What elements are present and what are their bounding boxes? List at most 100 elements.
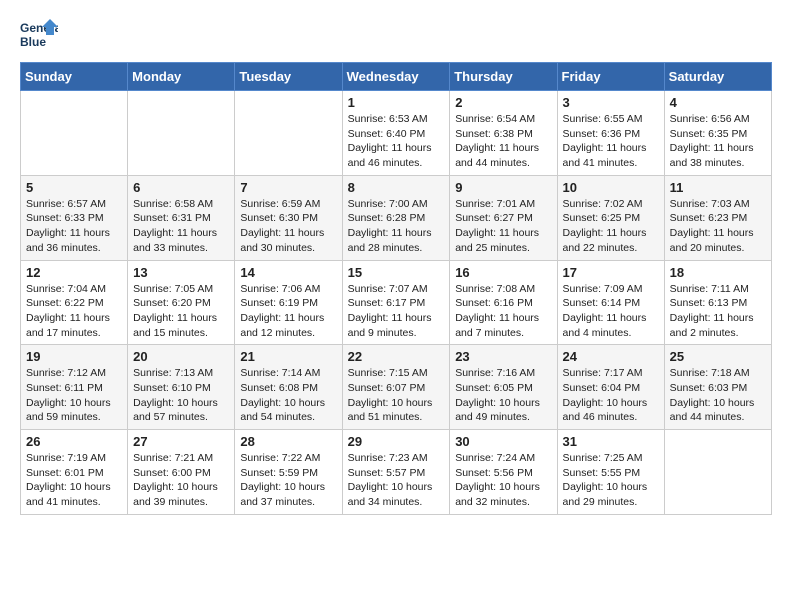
cell-text: Daylight: 11 hours [348,311,445,326]
page: General Blue SundayMondayTuesdayWednesda… [0,0,792,525]
cell-text: Daylight: 10 hours [26,480,122,495]
cell-text: Sunrise: 7:07 AM [348,282,445,297]
day-number: 9 [455,180,551,195]
cell-text: Sunrise: 7:02 AM [563,197,659,212]
calendar-cell: 19Sunrise: 7:12 AMSunset: 6:11 PMDayligh… [21,345,128,430]
cell-text: Sunset: 6:08 PM [240,381,336,396]
cell-text: Sunrise: 6:55 AM [563,112,659,127]
cell-text: Sunset: 6:25 PM [563,211,659,226]
cell-text: Daylight: 10 hours [348,396,445,411]
cell-text: Sunrise: 7:04 AM [26,282,122,297]
calendar-cell: 15Sunrise: 7:07 AMSunset: 6:17 PMDayligh… [342,260,450,345]
cell-text: and 38 minutes. [670,156,766,171]
calendar-cell [664,430,771,515]
calendar-cell: 22Sunrise: 7:15 AMSunset: 6:07 PMDayligh… [342,345,450,430]
cell-text: Sunrise: 7:18 AM [670,366,766,381]
cell-text: Sunrise: 6:57 AM [26,197,122,212]
cell-text: Sunset: 6:07 PM [348,381,445,396]
cell-text: Sunset: 6:23 PM [670,211,766,226]
cell-text: and 32 minutes. [455,495,551,510]
cell-text: and 33 minutes. [133,241,229,256]
cell-text: Sunrise: 7:01 AM [455,197,551,212]
cell-text: Daylight: 10 hours [670,396,766,411]
cell-text: Daylight: 11 hours [670,311,766,326]
cell-text: Daylight: 11 hours [133,226,229,241]
calendar-cell: 29Sunrise: 7:23 AMSunset: 5:57 PMDayligh… [342,430,450,515]
day-of-week-header: Sunday [21,63,128,91]
cell-text: Sunset: 6:11 PM [26,381,122,396]
cell-text: Sunrise: 7:05 AM [133,282,229,297]
cell-text: Daylight: 11 hours [670,226,766,241]
cell-text: and 46 minutes. [348,156,445,171]
day-number: 7 [240,180,336,195]
cell-text: and 29 minutes. [563,495,659,510]
cell-text: and 12 minutes. [240,326,336,341]
cell-text: and 41 minutes. [563,156,659,171]
day-number: 12 [26,265,122,280]
day-number: 21 [240,349,336,364]
cell-text: and 57 minutes. [133,410,229,425]
day-number: 29 [348,434,445,449]
cell-text: Sunrise: 6:58 AM [133,197,229,212]
cell-text: and 4 minutes. [563,326,659,341]
cell-text: Daylight: 11 hours [26,226,122,241]
day-number: 31 [563,434,659,449]
day-number: 26 [26,434,122,449]
cell-text: Sunset: 6:30 PM [240,211,336,226]
cell-text: Daylight: 11 hours [240,311,336,326]
cell-text: and 2 minutes. [670,326,766,341]
cell-text: Daylight: 10 hours [26,396,122,411]
cell-text: Sunrise: 7:03 AM [670,197,766,212]
cell-text: and 7 minutes. [455,326,551,341]
calendar-cell: 4Sunrise: 6:56 AMSunset: 6:35 PMDaylight… [664,91,771,176]
cell-text: Sunset: 6:33 PM [26,211,122,226]
calendar-cell: 28Sunrise: 7:22 AMSunset: 5:59 PMDayligh… [235,430,342,515]
cell-text: Daylight: 10 hours [563,396,659,411]
cell-text: Daylight: 11 hours [563,311,659,326]
calendar-cell: 3Sunrise: 6:55 AMSunset: 6:36 PMDaylight… [557,91,664,176]
day-number: 15 [348,265,445,280]
cell-text: and 30 minutes. [240,241,336,256]
cell-text: Daylight: 11 hours [455,226,551,241]
day-number: 8 [348,180,445,195]
cell-text: and 46 minutes. [563,410,659,425]
calendar-cell: 7Sunrise: 6:59 AMSunset: 6:30 PMDaylight… [235,175,342,260]
cell-text: Daylight: 10 hours [563,480,659,495]
cell-text: Sunset: 6:38 PM [455,127,551,142]
calendar-cell: 8Sunrise: 7:00 AMSunset: 6:28 PMDaylight… [342,175,450,260]
day-of-week-header: Wednesday [342,63,450,91]
day-number: 20 [133,349,229,364]
day-number: 1 [348,95,445,110]
cell-text: Sunrise: 7:13 AM [133,366,229,381]
cell-text: Sunrise: 7:06 AM [240,282,336,297]
cell-text: Daylight: 10 hours [455,480,551,495]
calendar-cell: 11Sunrise: 7:03 AMSunset: 6:23 PMDayligh… [664,175,771,260]
cell-text: Daylight: 11 hours [348,141,445,156]
day-number: 13 [133,265,229,280]
cell-text: Sunrise: 7:23 AM [348,451,445,466]
calendar-cell: 9Sunrise: 7:01 AMSunset: 6:27 PMDaylight… [450,175,557,260]
cell-text: Daylight: 11 hours [133,311,229,326]
cell-text: and 25 minutes. [455,241,551,256]
cell-text: Daylight: 11 hours [563,226,659,241]
calendar-cell [21,91,128,176]
cell-text: and 17 minutes. [26,326,122,341]
cell-text: and 39 minutes. [133,495,229,510]
day-of-week-header: Monday [128,63,235,91]
calendar-cell: 1Sunrise: 6:53 AMSunset: 6:40 PMDaylight… [342,91,450,176]
day-number: 28 [240,434,336,449]
cell-text: and 37 minutes. [240,495,336,510]
day-of-week-header: Tuesday [235,63,342,91]
day-number: 22 [348,349,445,364]
calendar-cell: 18Sunrise: 7:11 AMSunset: 6:13 PMDayligh… [664,260,771,345]
cell-text: Sunrise: 6:59 AM [240,197,336,212]
day-number: 17 [563,265,659,280]
cell-text: Sunrise: 7:11 AM [670,282,766,297]
cell-text: Daylight: 11 hours [563,141,659,156]
cell-text: Sunset: 6:00 PM [133,466,229,481]
cell-text: Sunrise: 7:16 AM [455,366,551,381]
calendar-cell: 2Sunrise: 6:54 AMSunset: 6:38 PMDaylight… [450,91,557,176]
cell-text: and 41 minutes. [26,495,122,510]
cell-text: Daylight: 11 hours [670,141,766,156]
cell-text: Sunset: 6:13 PM [670,296,766,311]
